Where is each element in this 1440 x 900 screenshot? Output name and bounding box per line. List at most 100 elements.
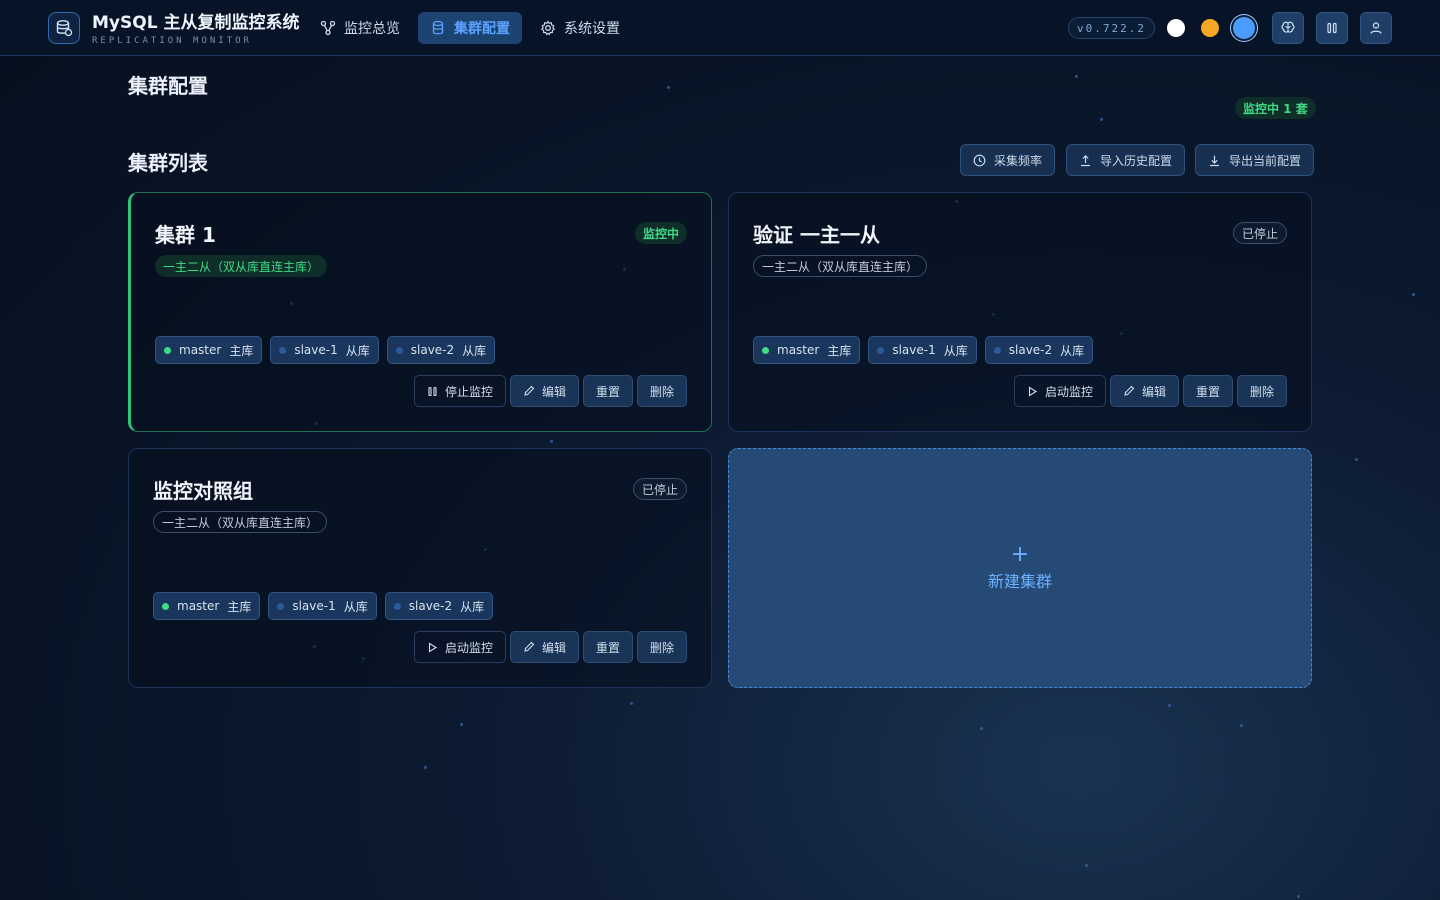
node-name: slave-1: [892, 343, 936, 357]
start-monitor-label: 启动监控: [444, 640, 493, 655]
start-monitor-button[interactable]: 启动监控: [1013, 375, 1106, 407]
node-status-dot: [162, 602, 169, 610]
import-history-label: 导入历史配置: [1100, 153, 1173, 168]
node-role: 主库: [227, 599, 252, 614]
node-chip-master[interactable]: master 主库: [155, 336, 263, 364]
nav-cluster-config[interactable]: 集群配置: [418, 12, 522, 44]
node-chip-slave-2[interactable]: slave-2 从库: [386, 336, 496, 364]
play-icon: [428, 642, 437, 652]
brain-button[interactable]: [1272, 12, 1304, 44]
theme-blue-dot[interactable]: [1233, 17, 1255, 39]
card-actions: 启动监控 编辑 重置 删除: [413, 631, 687, 663]
cluster-card: 集群 1 监控中 一主二从（双从库直连主库） master 主库 slave-1…: [128, 192, 712, 432]
node-role: 从库: [343, 599, 368, 614]
nav-settings-label: 系统设置: [564, 21, 620, 37]
cluster-card: 验证 一主一从 已停止 一主二从（双从库直连主库） master 主库 slav…: [728, 192, 1312, 432]
database-icon: [432, 20, 444, 35]
node-name: slave-2: [1008, 343, 1053, 357]
start-monitor-label: 启动监控: [1044, 384, 1093, 399]
node-status-dot: [395, 346, 403, 354]
edit-label: 编辑: [1141, 384, 1166, 399]
node-status-dot: [993, 346, 1001, 354]
app-title: MySQL 主从复制监控系统: [92, 13, 300, 33]
node-chip-slave-2[interactable]: slave-2 从库: [984, 336, 1094, 364]
node-list: master 主库 slave-1 从库 slave-2 从库: [153, 592, 494, 620]
start-monitor-button[interactable]: 启动监控: [413, 631, 506, 663]
node-status-dot: [277, 602, 285, 610]
pause-icon: [1327, 22, 1337, 34]
edit-label: 编辑: [541, 384, 566, 399]
plus-icon: +: [1010, 542, 1030, 567]
reset-button[interactable]: 重置: [1182, 375, 1233, 407]
node-status-dot: [877, 346, 885, 354]
cluster-card: 监控对照组 已停止 一主二从（双从库直连主库） master 主库 slave-…: [128, 448, 712, 688]
edit-button[interactable]: 编辑: [509, 375, 579, 407]
node-chip-master[interactable]: master 主库: [753, 336, 861, 364]
node-name: slave-1: [292, 599, 336, 613]
play-icon: [1028, 386, 1037, 396]
status-badge: 已停止: [1232, 222, 1287, 244]
delete-button[interactable]: 删除: [636, 375, 687, 407]
delete-button[interactable]: 删除: [636, 631, 687, 663]
new-cluster-button[interactable]: + 新建集群: [728, 448, 1312, 688]
node-chip-slave-1[interactable]: slave-1 从库: [268, 592, 377, 620]
node-chip-slave-1[interactable]: slave-1 从库: [868, 336, 977, 364]
node-list: master 主库 slave-1 从库 slave-2 从库: [753, 336, 1094, 364]
cluster-name: 集群 1: [155, 223, 216, 247]
reset-button[interactable]: 重置: [582, 375, 633, 407]
reset-label: 重置: [1195, 384, 1220, 399]
nav-overview[interactable]: 监控总览: [308, 12, 412, 44]
node-chip-slave-1[interactable]: slave-1 从库: [270, 336, 379, 364]
topology-badge: 一主二从（双从库直连主库）: [753, 255, 928, 277]
pencil-icon: [524, 385, 535, 396]
clock-icon: [973, 154, 986, 166]
node-role: 从库: [345, 343, 370, 358]
status-badge: 已停止: [632, 478, 687, 500]
export-config-label: 导出当前配置: [1229, 153, 1302, 168]
app-subtitle: REPLICATION MONITOR: [92, 36, 252, 46]
edit-button[interactable]: 编辑: [1109, 375, 1179, 407]
node-chip-slave-2[interactable]: slave-2 从库: [384, 592, 494, 620]
pencil-icon: [524, 641, 535, 652]
brain-icon: [1281, 21, 1295, 33]
pause-icon: [428, 386, 437, 396]
cluster-name: 监控对照组: [153, 479, 253, 503]
node-role: 主库: [229, 343, 254, 358]
collection-interval-button[interactable]: 采集频率: [960, 144, 1056, 176]
delete-button[interactable]: 删除: [1236, 375, 1287, 407]
delete-label: 删除: [649, 640, 674, 655]
node-chip-master[interactable]: master 主库: [153, 592, 261, 620]
collection-interval-label: 采集频率: [994, 153, 1043, 168]
reset-button[interactable]: 重置: [582, 631, 633, 663]
import-history-button[interactable]: 导入历史配置: [1066, 144, 1186, 176]
node-role: 从库: [1060, 343, 1085, 358]
pause-all-button[interactable]: [1316, 12, 1348, 44]
download-icon: [1210, 155, 1219, 166]
gear-icon: [540, 20, 556, 36]
card-actions: 停止监控 编辑 重置 删除: [413, 375, 687, 407]
page-title: 集群配置: [128, 74, 208, 98]
node-role: 主库: [827, 343, 852, 358]
top-bar: MySQL 主从复制监控系统 REPLICATION MONITOR 监控总览 …: [0, 0, 1440, 56]
stop-monitor-button[interactable]: 停止监控: [413, 375, 506, 407]
delete-label: 删除: [1249, 384, 1274, 399]
upload-icon: [1081, 154, 1090, 166]
user-button[interactable]: [1360, 12, 1392, 44]
node-status-dot: [762, 346, 769, 354]
card-actions: 启动监控 编辑 重置 删除: [1013, 375, 1287, 407]
nav-cluster-config-label: 集群配置: [454, 21, 510, 37]
reset-label: 重置: [595, 640, 620, 655]
node-role: 从库: [462, 343, 487, 358]
node-name: master: [179, 343, 222, 357]
theme-white-dot[interactable]: [1167, 19, 1185, 37]
export-config-button[interactable]: 导出当前配置: [1195, 144, 1315, 176]
node-name: master: [177, 599, 220, 613]
nav-settings[interactable]: 系统设置: [528, 12, 632, 44]
reset-label: 重置: [595, 384, 620, 399]
edit-button[interactable]: 编辑: [509, 631, 579, 663]
nav-overview-label: 监控总览: [344, 21, 400, 37]
topology-badge: 一主二从（双从库直连主库）: [155, 255, 328, 277]
database-logo-icon: [48, 12, 80, 44]
theme-orange-dot[interactable]: [1201, 19, 1219, 37]
cluster-name: 验证 一主一从: [753, 223, 880, 247]
